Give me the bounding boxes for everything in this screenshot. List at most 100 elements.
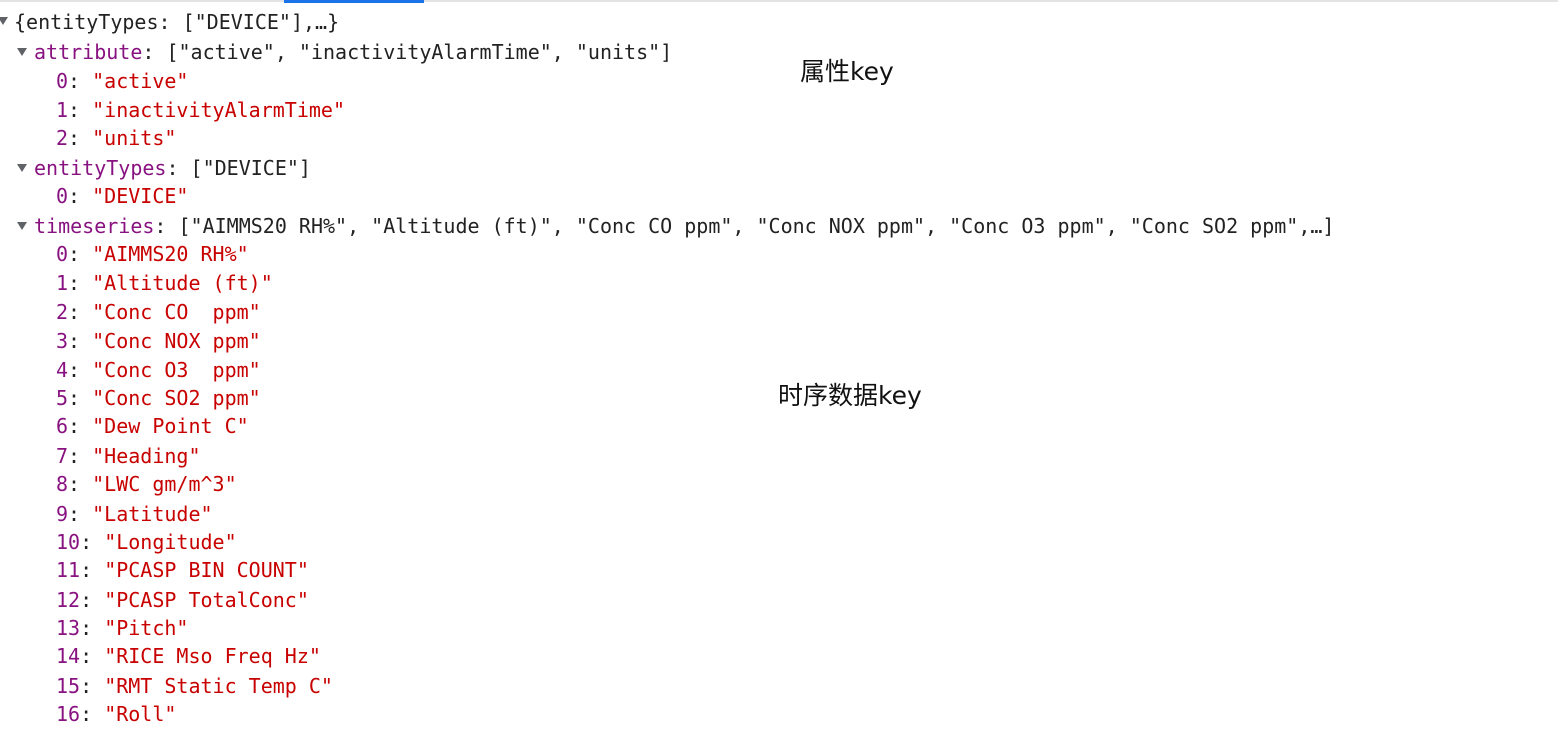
item-index: 2	[56, 300, 69, 324]
list-item[interactable]: 10: "Longitude"	[56, 528, 237, 557]
item-value: "Pitch"	[104, 616, 189, 640]
colon: :	[80, 588, 105, 612]
item-value: "Altitude (ft)"	[92, 271, 273, 295]
attribute-node[interactable]: attribute: ["active", "inactivityAlarmTi…	[34, 38, 672, 67]
item-value: "LWC gm/m^3"	[92, 472, 237, 496]
item-index: 4	[56, 358, 69, 382]
colon: :	[68, 184, 93, 208]
list-item[interactable]: 0: "active"	[56, 67, 188, 96]
item-value: "inactivityAlarmTime"	[92, 98, 346, 122]
colon: :	[68, 69, 93, 93]
colon: :	[68, 329, 93, 353]
timeseries-key: timeseries	[34, 214, 155, 238]
list-item[interactable]: 0: "AIMMS20 RH%"	[56, 240, 249, 269]
list-item[interactable]: 6: "Dew Point C"	[56, 412, 249, 441]
timeseries-summary: ["AIMMS20 RH%", "Altitude (ft)", "Conc C…	[178, 214, 1335, 238]
timeseries-expand-icon[interactable]	[17, 222, 27, 230]
colon: :	[80, 558, 105, 582]
item-index: 7	[56, 444, 69, 468]
list-item[interactable]: 7: "Heading"	[56, 442, 201, 471]
colon: :	[80, 616, 105, 640]
item-value: "RICE Mso Freq Hz"	[104, 644, 321, 668]
list-item[interactable]: 3: "Conc NOX ppm"	[56, 327, 261, 356]
colon: :	[68, 358, 93, 382]
list-item[interactable]: 4: "Conc O3 ppm"	[56, 356, 261, 385]
attribute-expand-icon[interactable]	[17, 48, 27, 56]
list-item[interactable]: 14: "RICE Mso Freq Hz"	[56, 642, 321, 671]
item-index: 11	[56, 558, 81, 582]
colon: :	[166, 156, 191, 180]
item-index: 14	[56, 644, 81, 668]
item-index: 10	[56, 530, 81, 554]
item-value: "AIMMS20 RH%"	[92, 242, 249, 266]
colon: :	[68, 242, 93, 266]
colon: :	[142, 40, 167, 64]
entitytypes-key: entityTypes	[34, 156, 167, 180]
colon: :	[154, 214, 179, 238]
item-index: 6	[56, 414, 69, 438]
colon: :	[68, 300, 93, 324]
item-value: "units"	[92, 126, 177, 150]
list-item[interactable]: 13: "Pitch"	[56, 614, 188, 643]
colon: :	[68, 502, 93, 526]
timeseries-annotation: 时序数据key	[778, 381, 922, 410]
list-item[interactable]: 15: "RMT Static Temp C"	[56, 672, 333, 701]
list-item[interactable]: 8: "LWC gm/m^3"	[56, 470, 237, 499]
devtools-top-border	[0, 0, 1558, 2]
item-index: 15	[56, 674, 81, 698]
item-value: "Conc SO2 ppm"	[92, 386, 261, 410]
colon: :	[68, 472, 93, 496]
item-value: "RMT Static Temp C"	[104, 674, 333, 698]
item-index: 8	[56, 472, 69, 496]
item-index: 3	[56, 329, 69, 353]
item-index: 1	[56, 271, 69, 295]
item-value: "Latitude"	[92, 502, 213, 526]
list-item[interactable]: 9: "Latitude"	[56, 500, 213, 529]
colon: :	[80, 702, 105, 726]
item-index: 2	[56, 126, 69, 150]
item-index: 1	[56, 98, 69, 122]
entitytypes-expand-icon[interactable]	[17, 164, 27, 172]
root-expand-icon[interactable]	[0, 17, 8, 25]
item-value: "Roll"	[104, 702, 177, 726]
colon: :	[68, 414, 93, 438]
colon: :	[80, 530, 105, 554]
active-tab-indicator	[284, 0, 424, 3]
entitytypes-summary: ["DEVICE"]	[190, 156, 311, 180]
item-value: "Conc NOX ppm"	[92, 329, 261, 353]
item-value: "active"	[92, 69, 189, 93]
item-index: 5	[56, 386, 69, 410]
list-item[interactable]: 12: "PCASP TotalConc"	[56, 586, 309, 615]
list-item[interactable]: 2: "units"	[56, 124, 176, 153]
attribute-summary: ["active", "inactivityAlarmTime", "units…	[166, 40, 673, 64]
list-item[interactable]: 2: "Conc CO ppm"	[56, 298, 261, 327]
colon: :	[80, 674, 105, 698]
item-value: "Heading"	[92, 444, 201, 468]
item-index: 0	[56, 69, 69, 93]
entitytypes-node[interactable]: entityTypes: ["DEVICE"]	[34, 154, 311, 183]
colon: :	[68, 386, 93, 410]
item-index: 16	[56, 702, 81, 726]
list-item[interactable]: 1: "Altitude (ft)"	[56, 269, 273, 298]
timeseries-node[interactable]: timeseries: ["AIMMS20 RH%", "Altitude (f…	[34, 212, 1334, 241]
colon: :	[68, 126, 93, 150]
colon: :	[80, 644, 105, 668]
item-index: 0	[56, 242, 69, 266]
list-item[interactable]: 1: "inactivityAlarmTime"	[56, 96, 345, 125]
item-value: "Dew Point C"	[92, 414, 249, 438]
attribute-annotation: 属性key	[800, 57, 894, 86]
list-item[interactable]: 11: "PCASP BIN COUNT"	[56, 556, 309, 585]
item-index: 12	[56, 588, 81, 612]
item-value: "Longitude"	[104, 530, 237, 554]
item-value: "DEVICE"	[92, 184, 189, 208]
list-item[interactable]: 5: "Conc SO2 ppm"	[56, 384, 261, 413]
item-value: "Conc CO ppm"	[92, 300, 261, 324]
item-value: "PCASP BIN COUNT"	[104, 558, 309, 582]
list-item[interactable]: 16: "Roll"	[56, 700, 176, 729]
colon: :	[68, 271, 93, 295]
root-object-summary[interactable]: {entityTypes: ["DEVICE"],…}	[14, 8, 339, 37]
list-item[interactable]: 0: "DEVICE"	[56, 182, 188, 211]
item-value: "PCASP TotalConc"	[104, 588, 309, 612]
attribute-key: attribute	[34, 40, 143, 64]
item-index: 0	[56, 184, 69, 208]
